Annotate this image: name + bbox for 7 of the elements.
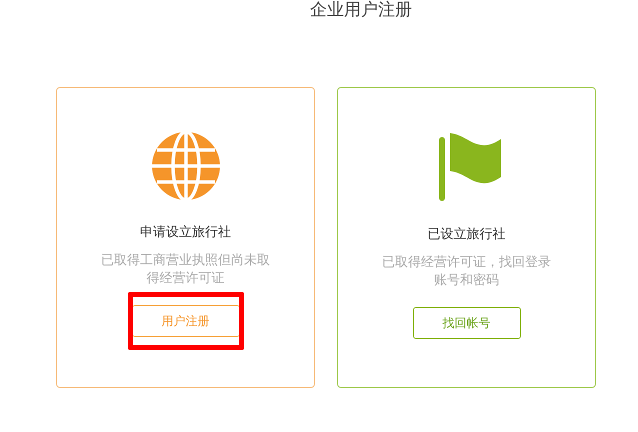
- card-heading: 申请设立旅行社: [140, 224, 231, 242]
- card-description: 已取得经营许可证，找回登录账号和密码: [381, 254, 552, 290]
- page-title: 企业用户注册: [310, 0, 412, 21]
- card-description: 已取得工商营业执照但尚未取得经营许可证: [100, 252, 271, 288]
- card-heading: 已设立旅行社: [428, 226, 506, 244]
- recover-account-button[interactable]: 找回帐号: [412, 307, 520, 339]
- register-button[interactable]: 用户注册: [132, 305, 240, 337]
